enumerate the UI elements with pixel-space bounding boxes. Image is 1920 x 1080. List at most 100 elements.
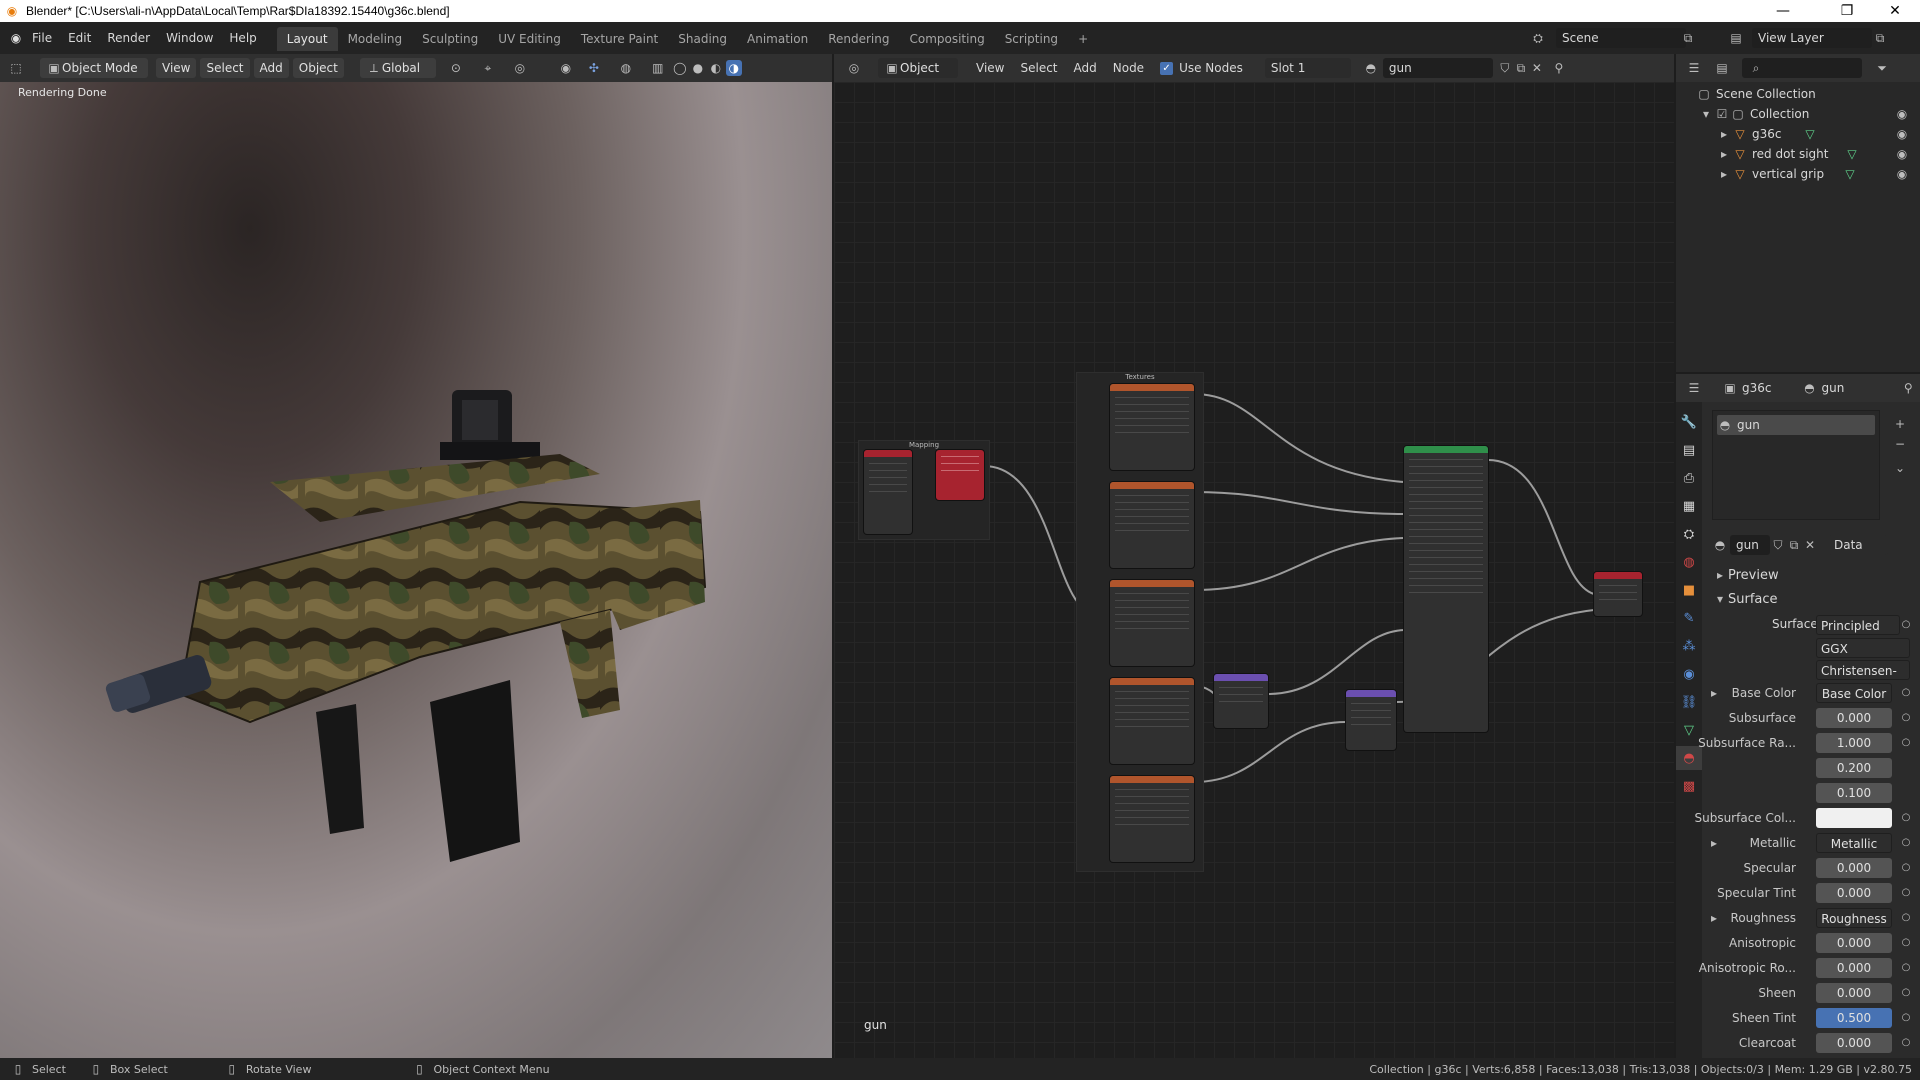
socket-dot-icon[interactable]: ○ <box>1900 812 1912 824</box>
unlink-material-icon[interactable]: ✕ <box>1529 60 1545 76</box>
socket-dot-icon[interactable]: ○ <box>1900 619 1912 631</box>
slot-dropdown[interactable]: Slot 1 <box>1264 58 1351 78</box>
value-field[interactable]: 0.000 <box>1816 858 1892 878</box>
fake-user-icon[interactable]: ⛉ <box>1497 60 1513 76</box>
3d-viewport[interactable]: Rendering Done <box>0 82 832 1058</box>
view-layer-field[interactable]: View Layer <box>1752 28 1872 48</box>
socket-dot-icon[interactable]: ○ <box>1900 712 1912 724</box>
outliner-type-icon[interactable]: ☰ <box>1686 60 1702 76</box>
visibility-icon[interactable]: ◉ <box>558 60 574 76</box>
unlink-icon[interactable]: ✕ <box>1802 537 1818 553</box>
node-editor[interactable]: Mapping Textures gun <box>834 82 1674 1058</box>
preview-panel-header[interactable]: ▸ Preview <box>1712 564 1779 586</box>
tab-animation[interactable]: Animation <box>737 27 818 51</box>
socket-dot-icon[interactable]: ○ <box>1900 687 1912 699</box>
display-mode-icon[interactable]: ▤ <box>1714 60 1730 76</box>
remove-slot-icon[interactable]: − <box>1892 436 1908 452</box>
gizmo-icon[interactable]: ✣ <box>586 60 602 76</box>
fake-user-icon[interactable]: ⛉ <box>1770 537 1786 553</box>
tab-world[interactable]: ◍ <box>1676 550 1702 574</box>
principled-bsdf-node[interactable] <box>1404 446 1488 732</box>
surface-shader-dropdown[interactable]: Principled B... <box>1816 615 1900 653</box>
object-menu[interactable]: Object <box>292 58 344 78</box>
subsurface-method-dropdown[interactable]: Christensen-B... <box>1816 660 1910 698</box>
tab-modeling[interactable]: Modeling <box>338 27 413 51</box>
view-menu[interactable]: View <box>156 58 197 78</box>
use-nodes-checkbox[interactable]: ✓ <box>1160 61 1174 75</box>
socket-dot-icon[interactable]: ○ <box>1900 1012 1912 1024</box>
menu-file[interactable]: File <box>24 22 60 54</box>
blender-menu-icon[interactable]: ◉ <box>8 30 24 46</box>
minimize-button[interactable]: — <box>1760 0 1806 22</box>
expand-arrow-icon[interactable]: ▸ <box>1716 126 1732 142</box>
node-add-menu[interactable]: Add <box>1066 52 1105 84</box>
outliner-item-g36c[interactable]: ▸ ▽ g36c ▽ ◉ <box>1676 124 1920 144</box>
value-field[interactable]: 0.000 <box>1816 708 1892 728</box>
surface-panel-header[interactable]: ▾ Surface <box>1712 588 1778 610</box>
expand-arrow-icon[interactable]: ▸ <box>1716 146 1732 162</box>
socket-dot-icon[interactable]: ○ <box>1900 937 1912 949</box>
socket-dot-icon[interactable]: ○ <box>1900 837 1912 849</box>
wireframe-shading-icon[interactable]: ◯ <box>672 60 688 76</box>
tab-layout[interactable]: Layout <box>276 27 338 51</box>
tab-compositing[interactable]: Compositing <box>899 27 994 51</box>
material-output-node[interactable] <box>1594 572 1642 616</box>
menu-help[interactable]: Help <box>221 22 264 54</box>
tab-shading[interactable]: Shading <box>668 27 737 51</box>
tab-scene[interactable]: ⛭ <box>1676 522 1702 546</box>
xray-icon[interactable]: ▥ <box>650 60 666 76</box>
tab-view-layer[interactable]: ▦ <box>1676 494 1702 518</box>
add-workspace-button[interactable]: + <box>1068 27 1098 51</box>
menu-window[interactable]: Window <box>158 22 221 54</box>
socket-dot-icon[interactable]: ○ <box>1900 987 1912 999</box>
tab-rendering[interactable]: Rendering <box>818 27 899 51</box>
mapping-node[interactable] <box>936 450 984 500</box>
solid-shading-icon[interactable]: ● <box>690 60 706 76</box>
image-texture-node-normal[interactable] <box>1110 678 1194 764</box>
outliner-item-red-dot-sight[interactable]: ▸ ▽ red dot sight ▽ ◉ <box>1676 144 1920 164</box>
visibility-eye-icon[interactable]: ◉ <box>1894 106 1910 122</box>
properties-type-icon[interactable]: ☰ <box>1686 380 1702 396</box>
visibility-eye-icon[interactable]: ◉ <box>1894 166 1910 182</box>
mode-dropdown[interactable]: ▣ Object Mode <box>40 58 148 78</box>
value-field[interactable]: 1.000 <box>1816 733 1892 753</box>
node-node-menu[interactable]: Node <box>1105 52 1152 84</box>
image-texture-node-basecolor[interactable] <box>1110 384 1194 470</box>
image-texture-node-metallic[interactable] <box>1110 482 1194 568</box>
proportional-icon[interactable]: ◎ <box>512 60 528 76</box>
material-datablock-field[interactable]: gun <box>1730 535 1770 555</box>
tab-tool[interactable]: 🔧 <box>1676 410 1702 434</box>
value-field[interactable]: 0.000 <box>1816 933 1892 953</box>
socket-dot-icon[interactable]: ○ <box>1900 737 1912 749</box>
tab-scripting[interactable]: Scripting <box>995 27 1068 51</box>
collection-checkbox-icon[interactable]: ☑ <box>1714 106 1730 122</box>
material-browse-icon[interactable]: ◓ <box>1712 537 1728 553</box>
linked-socket-field[interactable]: Metallic <box>1816 833 1892 853</box>
material-shading-icon[interactable]: ◐ <box>708 60 724 76</box>
value-field[interactable]: 0.000 <box>1816 1033 1892 1053</box>
value-field[interactable]: 0.000 <box>1816 983 1892 1003</box>
menu-edit[interactable]: Edit <box>60 22 99 54</box>
add-slot-icon[interactable]: + <box>1892 416 1908 432</box>
socket-dot-icon[interactable]: ○ <box>1900 1037 1912 1049</box>
linked-socket-field[interactable]: Roughness <box>1816 908 1892 928</box>
color-swatch[interactable] <box>1816 808 1892 828</box>
tab-sculpting[interactable]: Sculpting <box>412 27 488 51</box>
socket-dot-icon[interactable]: ○ <box>1900 962 1912 974</box>
outliner-search-input[interactable]: ⌕ <box>1742 58 1862 78</box>
link-dropdown[interactable]: Data <box>1828 535 1888 555</box>
expand-arrow-icon[interactable]: ▸ <box>1706 835 1722 851</box>
add-menu[interactable]: Add <box>253 58 289 78</box>
rendered-shading-icon[interactable]: ◑ <box>725 60 742 76</box>
expand-arrow-icon[interactable]: ▾ <box>1698 106 1714 122</box>
scene-collection-row[interactable]: ▢ Scene Collection <box>1676 84 1920 104</box>
shader-type-dropdown[interactable]: ▣ Object <box>878 58 958 78</box>
tab-texture-paint[interactable]: Texture Paint <box>571 27 668 51</box>
overlay-icon[interactable]: ◍ <box>618 60 634 76</box>
pin-icon[interactable]: ⚲ <box>1900 380 1916 396</box>
collection-row[interactable]: ▾ ☑ ▢ Collection ◉ <box>1676 104 1920 124</box>
distribution-dropdown[interactable]: GGX <box>1816 638 1910 658</box>
orientation-dropdown[interactable]: ⟂ Global <box>359 58 436 78</box>
normal-map-node[interactable] <box>1214 674 1268 728</box>
tab-render[interactable]: ▤ <box>1676 438 1702 462</box>
